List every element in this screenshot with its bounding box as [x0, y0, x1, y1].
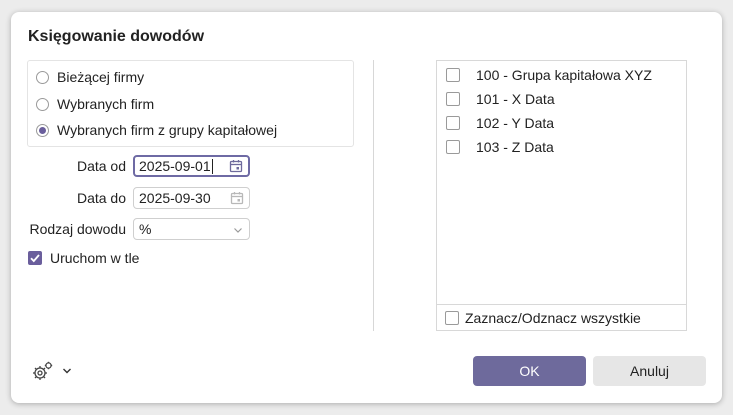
- date-from-label: Data od: [76, 158, 126, 174]
- radio-button[interactable]: [36, 97, 49, 111]
- vertical-divider: [373, 60, 374, 331]
- text-caret: [211, 158, 213, 174]
- calendar-icon[interactable]: [230, 191, 244, 205]
- checkbox[interactable]: [446, 92, 460, 106]
- chevron-down-icon: [234, 228, 242, 233]
- calendar-icon[interactable]: [229, 159, 243, 173]
- list-item-label: 103 - Z Data: [476, 139, 554, 155]
- checkbox[interactable]: [446, 140, 460, 154]
- select-all-checkbox[interactable]: [445, 310, 459, 325]
- ok-button[interactable]: OK: [473, 356, 586, 386]
- posting-dialog: Księgowanie dowodów Bieżącej firmy Wybra…: [11, 12, 722, 403]
- list-item[interactable]: 100 - Grupa kapitałowa XYZ: [446, 66, 652, 84]
- list-item-label: 100 - Grupa kapitałowa XYZ: [476, 67, 652, 83]
- doc-type-value: %: [139, 221, 152, 237]
- checkbox[interactable]: [28, 251, 42, 265]
- gear-icon: [33, 361, 53, 380]
- checkbox[interactable]: [446, 116, 460, 130]
- list-item-label: 101 - X Data: [476, 91, 555, 107]
- run-in-background-label: Uruchom w tle: [50, 250, 140, 266]
- date-to-input[interactable]: 2025-09-30: [133, 187, 250, 209]
- select-all-row[interactable]: Zaznacz/Odznacz wszystkie: [437, 304, 686, 330]
- list-item[interactable]: 103 - Z Data: [446, 138, 554, 156]
- scope-radio-group: Bieżącej firmy Wybranych firm Wybranych …: [27, 60, 354, 147]
- chevron-down-icon: [63, 368, 71, 374]
- doc-type-select[interactable]: %: [133, 218, 250, 240]
- radio-label: Bieżącej firmy: [57, 69, 145, 85]
- date-from-value: 2025-09-01: [139, 158, 211, 174]
- dialog-title: Księgowanie dowodów: [28, 28, 205, 45]
- select-all-label: Zaznacz/Odznacz wszystkie: [465, 309, 641, 326]
- list-item[interactable]: 102 - Y Data: [446, 114, 554, 132]
- date-from-input[interactable]: 2025-09-01: [133, 155, 250, 177]
- checkbox[interactable]: [446, 68, 460, 82]
- settings-menu-button[interactable]: [32, 361, 72, 381]
- list-item[interactable]: 101 - X Data: [446, 90, 555, 108]
- checkmark-icon: [30, 254, 40, 263]
- radio-selected-companies[interactable]: Wybranych firm: [36, 94, 154, 114]
- list-item-label: 102 - Y Data: [476, 115, 555, 131]
- doc-type-label: Rodzaj dowodu: [29, 221, 126, 237]
- radio-label: Wybranych firm z grupy kapitałowej: [57, 122, 278, 138]
- radio-button[interactable]: [36, 70, 49, 84]
- radio-button[interactable]: [36, 123, 49, 137]
- date-to-label: Data do: [76, 190, 126, 206]
- run-in-background-checkbox[interactable]: Uruchom w tle: [28, 250, 139, 266]
- date-to-value: 2025-09-30: [139, 190, 211, 206]
- radio-label: Wybranych firm: [57, 96, 155, 112]
- cancel-button[interactable]: Anuluj: [593, 356, 706, 386]
- radio-current-company[interactable]: Bieżącej firmy: [36, 67, 144, 87]
- company-list[interactable]: 100 - Grupa kapitałowa XYZ 101 - X Data …: [436, 60, 687, 331]
- radio-capital-group-companies[interactable]: Wybranych firm z grupy kapitałowej: [36, 120, 277, 140]
